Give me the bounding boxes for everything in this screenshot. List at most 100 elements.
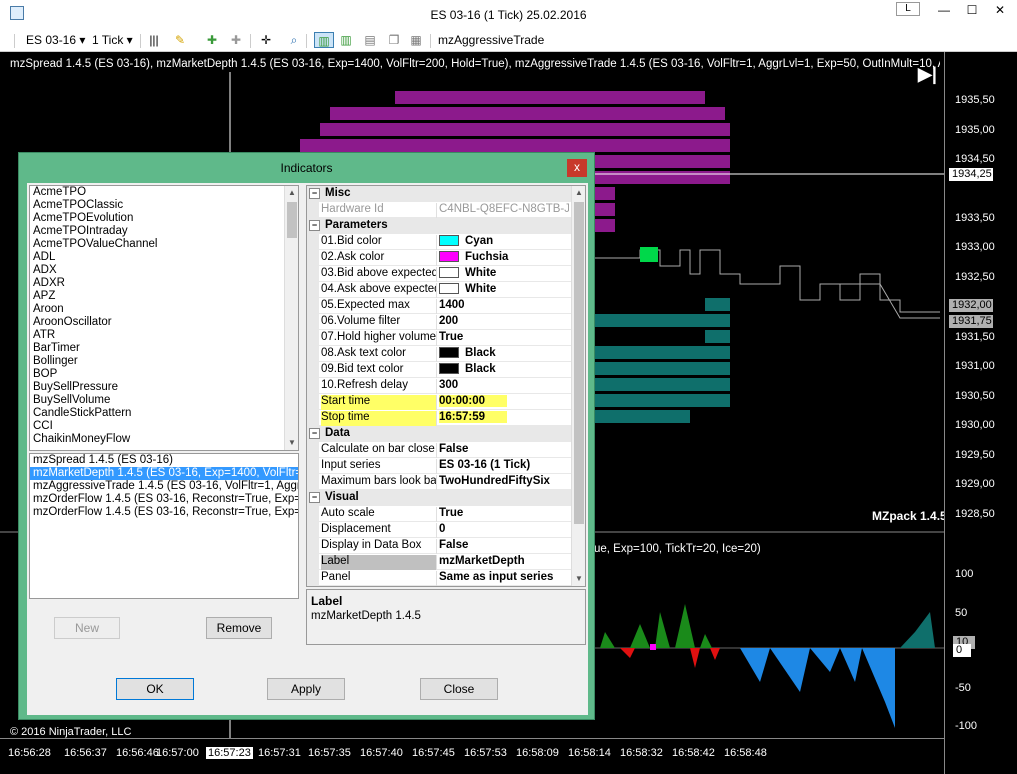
collapse-icon[interactable]: − bbox=[309, 220, 320, 231]
property-calculate-on-bar-close[interactable]: Calculate on bar close False bbox=[307, 442, 571, 458]
list-item[interactable]: ATR bbox=[30, 329, 298, 342]
price-axis[interactable]: 1935,50 1935,00 1934,50 1934,25 1933,50 … bbox=[944, 52, 1017, 774]
time-axis[interactable]: 16:56:28 16:56:37 16:56:46 16:57:00 16:5… bbox=[0, 738, 944, 774]
scroll-down-icon[interactable]: ▼ bbox=[285, 436, 298, 450]
list-item[interactable]: AcmeTPOIntraday bbox=[30, 225, 298, 238]
remove-button[interactable]: Remove bbox=[206, 617, 272, 639]
list-item[interactable]: Aroon bbox=[30, 303, 298, 316]
crosshair-icon[interactable]: ✛ bbox=[258, 32, 274, 48]
property-display-in-data-box[interactable]: Display in Data Box False bbox=[307, 538, 571, 554]
category-misc[interactable]: − Misc bbox=[307, 186, 571, 202]
property-ask-color[interactable]: 02.Ask color Fuchsia bbox=[307, 250, 571, 266]
scroll-up-icon[interactable]: ▲ bbox=[572, 186, 585, 200]
list-item[interactable]: BuySellVolume bbox=[30, 394, 298, 407]
list-item[interactable]: AcmeTPOEvolution bbox=[30, 212, 298, 225]
available-indicators-list[interactable]: AcmeTPO AcmeTPOClassic AcmeTPOEvolution … bbox=[29, 185, 299, 451]
histogram-bar bbox=[900, 612, 935, 648]
list-item[interactable]: ADXR bbox=[30, 277, 298, 290]
collapse-icon[interactable]: − bbox=[309, 428, 320, 439]
property-bid-text-color[interactable]: 09.Bid text color Black bbox=[307, 362, 571, 378]
category-parameters[interactable]: − Parameters bbox=[307, 218, 571, 234]
maximize-button[interactable]: ☐ bbox=[958, 0, 986, 20]
copy-chart-icon[interactable]: ❐ bbox=[386, 32, 402, 48]
list-item[interactable]: BarTimer bbox=[30, 342, 298, 355]
bid-bar bbox=[595, 378, 730, 391]
list-item[interactable]: mzOrderFlow 1.4.5 (ES 03-16, Reconstr=Tr… bbox=[30, 493, 298, 506]
list-item[interactable]: Bollinger bbox=[30, 355, 298, 368]
list-item[interactable]: ChaikinMoneyFlow bbox=[30, 433, 298, 446]
close-window-button[interactable]: ✕ bbox=[986, 0, 1014, 20]
draw-pencil-icon[interactable]: ✎ bbox=[172, 32, 188, 48]
scroll-thumb[interactable] bbox=[574, 202, 584, 524]
category-visual[interactable]: − Visual bbox=[307, 490, 571, 506]
strategies-icon[interactable]: ▥ bbox=[338, 32, 354, 48]
list-item[interactable]: ADX bbox=[30, 264, 298, 277]
property-panel[interactable]: Panel Same as input series bbox=[307, 570, 571, 586]
list-item[interactable]: ADL bbox=[30, 251, 298, 264]
category-data[interactable]: − Data bbox=[307, 426, 571, 442]
properties-icon[interactable]: ▦ bbox=[408, 32, 424, 48]
property-grid-scrollbar[interactable]: ▲ ▼ bbox=[571, 186, 585, 586]
list-item[interactable]: AcmeTPOValueChannel bbox=[30, 238, 298, 251]
trade-marker bbox=[640, 247, 658, 262]
apply-button[interactable]: Apply bbox=[267, 678, 345, 700]
property-max-bars-lookback[interactable]: Maximum bars look back TwoHundredFiftySix bbox=[307, 474, 571, 490]
zoom-icon[interactable]: ⌕ bbox=[286, 32, 302, 48]
bar-style-icon[interactable]: ||| bbox=[146, 32, 162, 48]
scroll-up-icon[interactable]: ▲ bbox=[285, 186, 298, 200]
close-button[interactable]: Close bbox=[420, 678, 498, 700]
property-auto-scale[interactable]: Auto scale True bbox=[307, 506, 571, 522]
list-item[interactable]: CCI bbox=[30, 420, 298, 433]
property-hold-higher-volume[interactable]: 07.Hold higher volume True bbox=[307, 330, 571, 346]
histogram-bar bbox=[770, 648, 810, 692]
property-start-time[interactable]: Start time 00:00:00 bbox=[307, 394, 571, 410]
property-expected-max[interactable]: 05.Expected max 1400 bbox=[307, 298, 571, 314]
data-box-icon[interactable]: ▤ bbox=[362, 32, 378, 48]
list-item[interactable]: AcmeTPO bbox=[30, 186, 298, 199]
property-displacement[interactable]: Displacement 0 bbox=[307, 522, 571, 538]
collapse-icon[interactable]: − bbox=[309, 188, 320, 199]
collapse-icon[interactable]: − bbox=[309, 492, 320, 503]
property-refresh-delay[interactable]: 10.Refresh delay 300 bbox=[307, 378, 571, 394]
property-grid[interactable]: −Misc Hardware IdC4NBL-Q8EFC-N8GTB-JS3 −… bbox=[306, 185, 586, 587]
list-item[interactable]: APZ bbox=[30, 290, 298, 303]
scroll-down-icon[interactable]: ▼ bbox=[572, 572, 585, 586]
minimize-button[interactable]: — bbox=[930, 0, 958, 20]
property-stop-time[interactable]: Stop time 16:57:59 bbox=[307, 410, 571, 426]
ask-bar bbox=[330, 107, 725, 120]
ok-button[interactable]: OK bbox=[116, 678, 194, 700]
property-input-series[interactable]: Input series ES 03-16 (1 Tick) bbox=[307, 458, 571, 474]
scroll-thumb[interactable] bbox=[287, 202, 297, 238]
list-item[interactable]: AcmeTPOClassic bbox=[30, 199, 298, 212]
delta-histogram bbox=[600, 604, 935, 728]
dialog-close-button[interactable]: x bbox=[567, 159, 587, 177]
pin-add-icon[interactable]: ✚ bbox=[204, 32, 220, 48]
pin-remove-icon[interactable]: ✚ bbox=[228, 32, 244, 48]
applied-indicators-list[interactable]: mzSpread 1.4.5 (ES 03-16) mzMarketDepth … bbox=[29, 453, 299, 599]
property-ask-above-expected[interactable]: 04.Ask above expected White bbox=[307, 282, 571, 298]
histogram-bar bbox=[710, 648, 720, 660]
scroll-to-end-icon[interactable]: ▶| bbox=[918, 64, 937, 85]
indicators-icon[interactable]: ▥ bbox=[314, 32, 334, 48]
time-tick: 16:58:09 bbox=[516, 747, 559, 759]
property-bid-above-expected[interactable]: 03.Bid above expected White bbox=[307, 266, 571, 282]
price-tick: 1933,50 bbox=[955, 212, 995, 224]
property-bid-color[interactable]: 01.Bid color Cyan bbox=[307, 234, 571, 250]
list-item[interactable]: mzSpread 1.4.5 (ES 03-16) bbox=[30, 454, 298, 467]
list-item[interactable]: AroonOscillator bbox=[30, 316, 298, 329]
list-scrollbar[interactable]: ▲ ▼ bbox=[284, 186, 298, 450]
period-selector[interactable]: 1 Tick ▾ bbox=[92, 33, 133, 47]
property-volume-filter[interactable]: 06.Volume filter 200 bbox=[307, 314, 571, 330]
list-item-selected[interactable]: mzMarketDepth 1.4.5 (ES 03-16, Exp=1400,… bbox=[30, 467, 298, 480]
property-hardware-id[interactable]: Hardware IdC4NBL-Q8EFC-N8GTB-JS3 bbox=[307, 202, 571, 218]
new-button[interactable]: New bbox=[54, 617, 120, 639]
link-l-button[interactable]: L bbox=[896, 2, 920, 16]
list-item[interactable]: mzAggressiveTrade 1.4.5 (ES 03-16, VolFl… bbox=[30, 480, 298, 493]
property-label[interactable]: Label mzMarketDepth bbox=[307, 554, 571, 570]
list-item[interactable]: BuySellPressure bbox=[30, 381, 298, 394]
list-item[interactable]: mzOrderFlow 1.4.5 (ES 03-16, Reconstr=Tr… bbox=[30, 506, 298, 519]
list-item[interactable]: CandleStickPattern bbox=[30, 407, 298, 420]
property-ask-text-color[interactable]: 08.Ask text color Black bbox=[307, 346, 571, 362]
instrument-selector[interactable]: ES 03-16 ▾ bbox=[26, 33, 85, 47]
list-item[interactable]: BOP bbox=[30, 368, 298, 381]
